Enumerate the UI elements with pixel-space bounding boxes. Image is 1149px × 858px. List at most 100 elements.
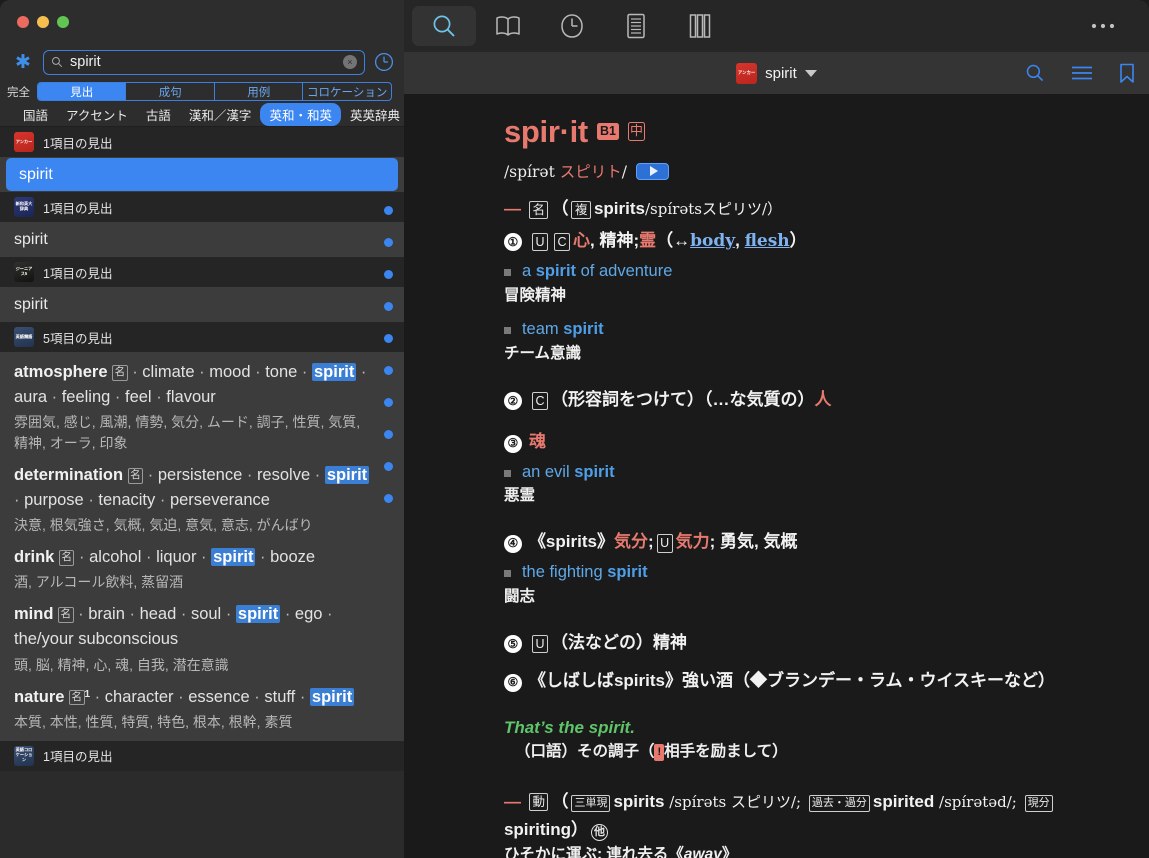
list-item[interactable]: spirit [0,287,404,322]
play-icon[interactable] [636,162,669,180]
document-toolbar-actions [1025,63,1135,84]
match-dot[interactable] [383,430,393,439]
gloss-red: 気力 [675,532,710,552]
hamburger-icon[interactable] [1071,65,1093,81]
list-item[interactable]: spirit [0,222,404,257]
noun-section-header: — 名（複 spirits /spírəts スピリツ/） [504,195,1119,223]
match-dot[interactable] [383,206,393,215]
magnifier-icon[interactable] [1025,63,1045,83]
maximize-window-button[interactable] [57,16,69,28]
thesaurus-line: atmosphere 名 · climate · mood · tone · s… [14,363,367,407]
document-toolbar: アンカー spirit [403,52,1149,94]
close-window-button[interactable] [17,16,29,28]
gloss-red: 人 [814,389,832,409]
match-dot[interactable] [383,270,393,279]
match-dot[interactable] [383,366,393,375]
segment-yourei[interactable]: 用例 [215,83,304,100]
gloss-red: 気分 [613,532,648,552]
result-group-header[interactable]: 新和英大辞典 1項目の見出 [0,192,404,222]
match-dot[interactable] [383,238,393,247]
result-group-header[interactable]: 英語コロケーション 1項目の見出 [0,740,404,771]
library-tab[interactable] [668,6,732,46]
tab-kokugo[interactable]: 国語 [14,103,57,126]
search-results-list[interactable]: アンカー 1項目の見出 spirit 新和英大辞典 1項目の見出 spirit … [0,127,404,858]
search-input[interactable]: spirit × [43,49,365,75]
asterisk-icon[interactable]: ✱ [12,51,34,73]
magnifier-icon [433,15,455,37]
thesaurus-headword: atmosphere [14,363,108,381]
list-item[interactable]: atmosphere 名 · climate · mood · tone · s… [14,360,376,463]
match-dot[interactable] [383,302,393,311]
clear-search-button[interactable]: × [342,55,357,69]
chevron-down-icon[interactable] [804,69,817,77]
cefr-level-badge: B1 [596,122,619,141]
result-group-header[interactable]: 英語類語 5項目の見出 [0,322,404,352]
result-group-header[interactable]: アンカー 1項目の見出 [0,127,404,157]
segment-collocation[interactable]: コロケーション [303,83,390,100]
mark-badge: 中 [627,122,645,141]
list-item[interactable]: determination 名 · persistence · resolve … [14,463,376,545]
verb-section-header: — 動（三単現 spirits /spírəts スピリツ/; 過去・過分 spiri… [504,788,1119,843]
thesaurus-term: feeling [61,388,111,407]
search-mode-segmented-control[interactable]: 見出 成句 用例 コロケーション [37,82,392,101]
cross-reference-link[interactable]: body [690,228,735,256]
dictionary-icon-black: ジーニアス5 [14,262,34,282]
tab-accent[interactable]: アクセント [57,103,137,126]
verb-def-pre: ひそかに運ぶ; 連れ去る《 [503,846,684,858]
match-dot[interactable] [383,462,393,471]
more-button[interactable] [1071,6,1135,46]
plural-pron-ipa: /spírəts [645,200,702,218]
book-tab[interactable] [476,6,540,46]
countable-badge: C [553,232,570,251]
list-item[interactable]: nature 名1 · character · essence · stuff … [14,685,376,733]
gloss-pre: 《しばしば [528,671,614,691]
tab-kanwa-kanji[interactable]: 漢和／漢字 [180,103,261,126]
tab-eiei[interactable]: 英英辞典 [341,103,404,126]
segment-seiku[interactable]: 成句 [126,83,215,100]
list-item-selected[interactable]: spirit [6,158,398,191]
comma: , [735,230,745,250]
pos-badge: 名 [528,201,549,220]
match-dot[interactable] [383,398,393,407]
search-input-value: spirit [70,54,101,70]
result-group-count: 1項目の見出 [43,201,113,216]
match-dot[interactable] [383,334,393,343]
uncountable-badge: U [656,534,673,553]
dictionary-entry-content[interactable]: spir·it B1 中 /spírət スピリト/ — 名（複 spirits /… [403,94,1149,858]
sense-header: ①UC心, 精神; 霊（↔ body, flesh） [503,227,1119,256]
pronunciation: /spírət スピリト/ [504,160,627,182]
third-person-form: spirits [613,792,665,812]
gloss-text: （形容詞をつけて）（…な気質の） [550,389,815,409]
list-item[interactable]: drink 名 · alcohol · liquor · spirit · bo… [14,545,376,602]
cross-reference-link[interactable]: flesh [745,228,790,256]
paren-open: （ [551,792,569,812]
search-tab[interactable] [411,6,476,46]
tab-kogo[interactable]: 古語 [137,103,180,126]
idiom-translation: （口語）その調子（! 相手を励まして） [504,740,1119,765]
minimize-window-button[interactable] [37,16,49,28]
sidebar: ✱ spirit × 完全 見出 成句 用例 コロケーション 国語 アクセント … [0,0,404,858]
search-scope-row: 完全 見出 成句 用例 コロケーション [0,80,404,103]
dictionary-category-tabs[interactable]: 国語 アクセント 古語 漢和／漢字 英和・和英 英英辞典 中 [0,103,404,127]
thesaurus-line: nature 名1 · character · essence · stuff … [14,687,355,706]
history-tab[interactable] [540,6,604,46]
result-group-header[interactable]: ジーニアス5 1項目の見出 [0,257,404,287]
match-dot[interactable] [383,494,393,503]
plural-badge: 複 [571,201,591,220]
example-post: of adventure [576,262,673,281]
match-dot[interactable] [383,174,393,183]
tab-eiwa-waei[interactable]: 英和・和英 [260,103,341,126]
segment-midashi[interactable]: 見出 [38,83,127,100]
list-tab[interactable] [604,6,668,46]
example-translation: 冒険精神 [503,286,566,304]
thesaurus-japanese: 雰囲気, 感じ, 風潮, 情勢, 気分, ムード, 調子, 性質, 気質, 精神… [14,414,361,452]
list-item[interactable]: mind 名 · brain · head · soul · spirit · … [14,602,376,684]
search-history-icon[interactable] [374,52,394,72]
dict-icon-label: アンカー [15,138,33,144]
bookmark-icon[interactable] [1119,63,1135,84]
list-item[interactable]: spirit [0,157,404,192]
plural-form: spirits [593,199,645,218]
